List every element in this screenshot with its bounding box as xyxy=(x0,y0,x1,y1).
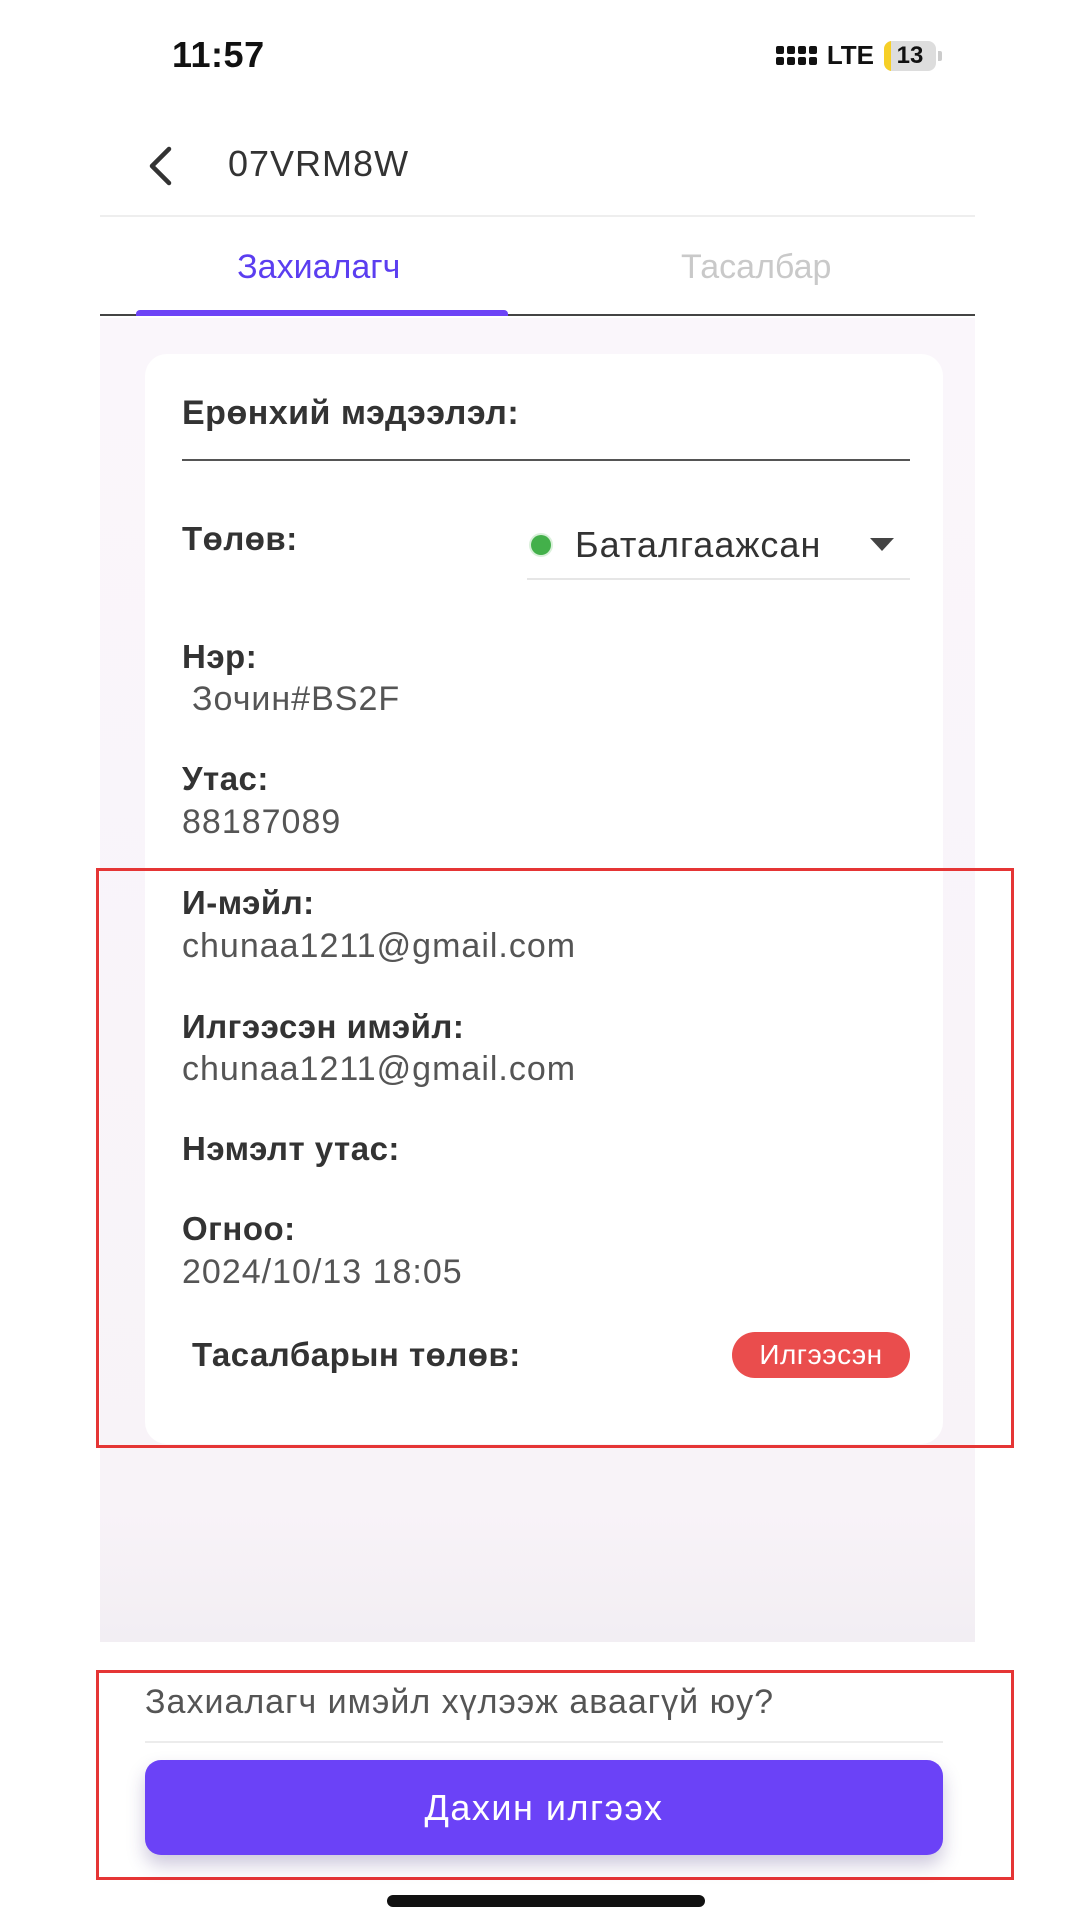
battery-icon: 13 xyxy=(884,40,936,71)
battery-level: 13 xyxy=(896,41,924,69)
phone-label: Утас: xyxy=(182,760,269,797)
name-value: Зочин#BS2F xyxy=(192,680,401,718)
status-indicators: LTE 13 xyxy=(775,40,942,71)
phone-value: 88187089 xyxy=(182,803,342,841)
tab-bar: Захиалагч Тасалбар xyxy=(100,218,975,316)
chevron-left-icon[interactable] xyxy=(138,141,182,191)
battery-fill xyxy=(884,40,891,71)
section-title: Ерөнхий мэдээлэл: xyxy=(182,394,520,432)
resend-button[interactable]: Дахин илгээх xyxy=(145,1760,943,1855)
resend-prompt: Захиалагч имэйл хүлээж аваагүй юу? xyxy=(145,1683,775,1721)
tab-customer[interactable]: Захиалагч xyxy=(100,218,538,314)
signal-icon xyxy=(775,46,817,65)
home-indicator xyxy=(387,1895,705,1907)
status-bar: 11:57 LTE 13 xyxy=(0,0,1080,110)
battery-tip xyxy=(938,50,942,61)
prompt-divider xyxy=(145,1741,943,1743)
app-header: 07VRM8W xyxy=(100,115,975,217)
caret-down-icon xyxy=(870,538,894,551)
highlight-box-details xyxy=(96,868,1014,1448)
tab-ticket[interactable]: Тасалбар xyxy=(538,218,976,314)
status-value: Баталгаажсан xyxy=(575,524,822,565)
status-time: 11:57 xyxy=(172,34,265,75)
active-tab-indicator xyxy=(136,310,508,316)
status-label: Төлөв: xyxy=(182,520,298,557)
network-type: LTE xyxy=(826,40,874,70)
name-label: Нэр: xyxy=(182,638,258,675)
status-dropdown[interactable]: Баталгаажсан xyxy=(527,512,910,580)
page-title: 07VRM8W xyxy=(228,143,410,184)
section-divider xyxy=(182,459,910,461)
status-dot-icon xyxy=(531,535,551,555)
